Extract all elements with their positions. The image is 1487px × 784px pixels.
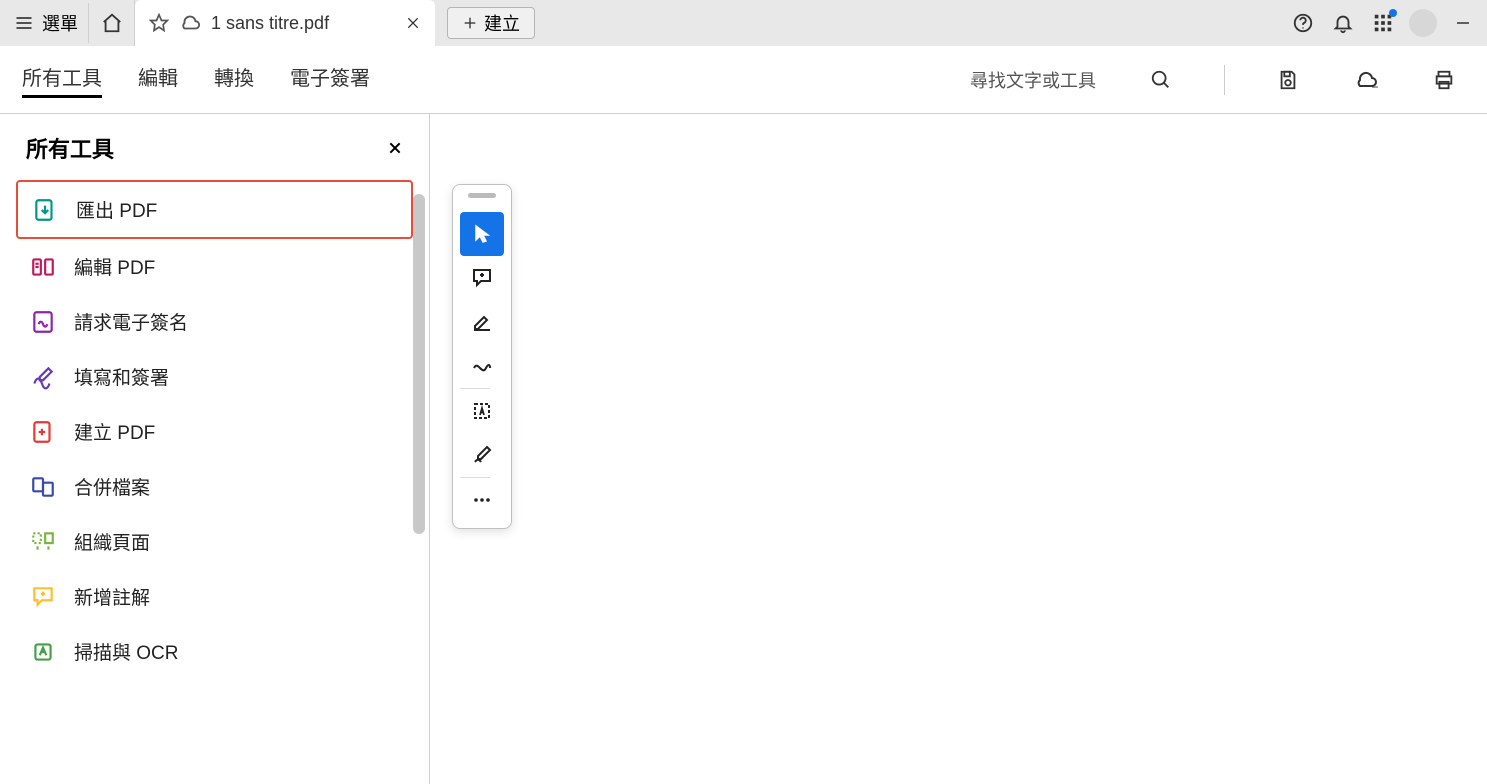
tool-item-create-pdf[interactable]: 建立 PDF bbox=[16, 404, 413, 459]
bell-icon bbox=[1332, 12, 1354, 34]
tool-item-fill-sign[interactable]: 填寫和簽署 bbox=[16, 349, 413, 404]
close-tab-button[interactable] bbox=[405, 15, 421, 31]
toolbar-tab-0[interactable]: 所有工具 bbox=[22, 62, 102, 98]
draw-tool-icon bbox=[470, 354, 494, 378]
menu-button[interactable]: 選單 bbox=[4, 3, 89, 43]
notification-dot-icon bbox=[1389, 9, 1397, 17]
scan-ocr-icon bbox=[30, 639, 56, 665]
tab-title: 1 sans titre.pdf bbox=[211, 13, 395, 34]
draw-tool-button[interactable] bbox=[460, 344, 504, 388]
scrollbar[interactable] bbox=[413, 194, 425, 534]
tool-item-label: 組織頁面 bbox=[74, 528, 150, 555]
document-tab[interactable]: 1 sans titre.pdf bbox=[135, 0, 435, 46]
search-icon bbox=[1150, 69, 1172, 91]
create-label: 建立 bbox=[484, 10, 520, 36]
tool-item-comment[interactable]: 新增註解 bbox=[16, 569, 413, 624]
save-button[interactable] bbox=[1267, 59, 1309, 101]
request-sign-icon bbox=[30, 309, 56, 335]
add-comment-tool-button[interactable] bbox=[460, 256, 504, 300]
cloud-menu-icon bbox=[1354, 68, 1378, 92]
tool-item-label: 編輯 PDF bbox=[74, 253, 155, 280]
text-select-tool-icon bbox=[470, 399, 494, 423]
edit-pdf-icon bbox=[30, 254, 56, 280]
text-select-tool-button[interactable] bbox=[460, 389, 504, 433]
comment-icon bbox=[30, 584, 56, 610]
tool-item-label: 合併檔案 bbox=[74, 473, 150, 500]
create-pdf-icon bbox=[30, 419, 56, 445]
tool-item-label: 建立 PDF bbox=[74, 418, 155, 445]
tool-item-request-sign[interactable]: 請求電子簽名 bbox=[16, 294, 413, 349]
home-button[interactable] bbox=[89, 0, 135, 46]
select-tool-icon bbox=[470, 222, 494, 246]
close-panel-button[interactable] bbox=[387, 140, 403, 156]
star-icon[interactable] bbox=[149, 13, 169, 33]
tools-panel: 所有工具 匯出 PDF 編輯 PDF 請求電子簽名填寫和簽署建立 PDF 合併檔案組織… bbox=[0, 114, 430, 784]
tool-item-label: 匯出 PDF bbox=[76, 196, 157, 223]
combine-icon bbox=[30, 474, 56, 500]
select-tool-button[interactable] bbox=[460, 212, 504, 256]
menu-label: 選單 bbox=[42, 10, 78, 36]
drag-handle[interactable] bbox=[468, 193, 496, 198]
cloud-button[interactable] bbox=[1345, 59, 1387, 101]
tool-item-label: 填寫和簽署 bbox=[74, 363, 169, 390]
titlebar: 選單 1 sans titre.pdf 建立 bbox=[0, 0, 1487, 46]
cloud-icon bbox=[179, 12, 201, 34]
toolbar-tab-3[interactable]: 電子簽署 bbox=[290, 62, 370, 98]
print-button[interactable] bbox=[1423, 59, 1465, 101]
help-icon bbox=[1292, 12, 1314, 34]
fill-sign-icon bbox=[30, 364, 56, 390]
fill-sign-tool-button[interactable] bbox=[460, 433, 504, 477]
find-label: 尋找文字或工具 bbox=[970, 67, 1096, 93]
minimize-button[interactable] bbox=[1443, 3, 1483, 43]
tool-item-label: 掃描與 OCR bbox=[74, 638, 179, 665]
separator bbox=[1224, 65, 1225, 95]
toolbar-tab-1[interactable]: 編輯 bbox=[138, 62, 178, 98]
toolbar-tab-2[interactable]: 轉換 bbox=[214, 62, 254, 98]
document-area bbox=[430, 114, 1487, 784]
quick-toolbar bbox=[452, 184, 512, 529]
apps-button[interactable] bbox=[1363, 3, 1403, 43]
minimize-icon bbox=[1454, 14, 1472, 32]
search-button[interactable] bbox=[1140, 59, 1182, 101]
highlight-tool-button[interactable] bbox=[460, 300, 504, 344]
plus-icon bbox=[462, 15, 478, 31]
home-icon bbox=[101, 12, 123, 34]
main-toolbar: 所有工具編輯轉換電子簽署 尋找文字或工具 bbox=[0, 46, 1487, 114]
profile-button[interactable] bbox=[1403, 3, 1443, 43]
more-tools-icon bbox=[470, 488, 494, 512]
tool-item-label: 新增註解 bbox=[74, 583, 150, 610]
help-button[interactable] bbox=[1283, 3, 1323, 43]
tool-item-edit-pdf[interactable]: 編輯 PDF bbox=[16, 239, 413, 294]
tool-item-scan-ocr[interactable]: 掃描與 OCR bbox=[16, 624, 413, 679]
highlight-tool-icon bbox=[470, 310, 494, 334]
avatar bbox=[1409, 9, 1437, 37]
tool-item-combine[interactable]: 合併檔案 bbox=[16, 459, 413, 514]
hamburger-icon bbox=[14, 13, 34, 33]
notifications-button[interactable] bbox=[1323, 3, 1363, 43]
tool-item-export-pdf[interactable]: 匯出 PDF bbox=[16, 180, 413, 239]
create-button[interactable]: 建立 bbox=[447, 7, 535, 39]
close-icon bbox=[387, 140, 403, 156]
tool-item-organize[interactable]: 組織頁面 bbox=[16, 514, 413, 569]
export-pdf-icon bbox=[32, 197, 58, 223]
save-icon bbox=[1277, 69, 1299, 91]
more-tools-button[interactable] bbox=[460, 478, 504, 522]
print-icon bbox=[1433, 69, 1455, 91]
fill-sign-tool-icon bbox=[470, 443, 494, 467]
panel-title: 所有工具 bbox=[26, 132, 387, 164]
organize-icon bbox=[30, 529, 56, 555]
add-comment-tool-icon bbox=[470, 266, 494, 290]
tool-item-label: 請求電子簽名 bbox=[74, 308, 188, 335]
